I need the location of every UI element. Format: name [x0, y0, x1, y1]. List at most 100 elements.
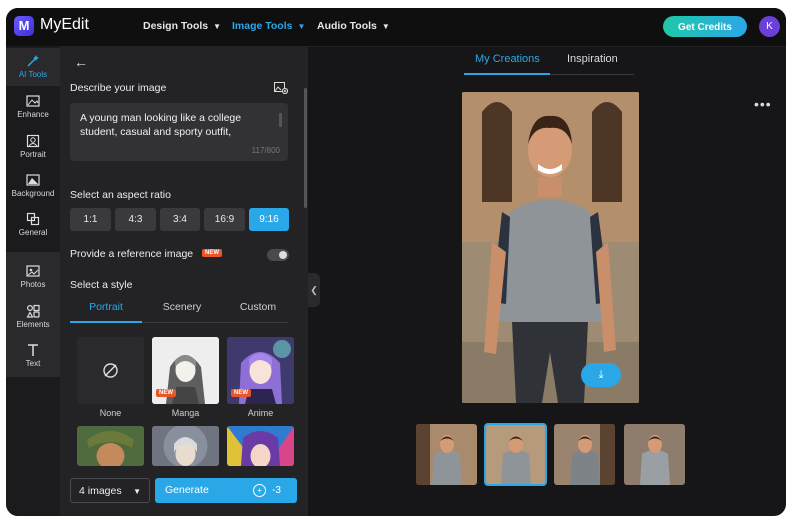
myedit-logo-icon[interactable]: M [14, 16, 34, 36]
cost-value: -3 [272, 485, 281, 496]
panel-scrollbar[interactable] [304, 88, 307, 208]
nav-label: Design Tools [143, 20, 209, 32]
generate-label: Generate [165, 484, 209, 496]
photos-icon [26, 265, 40, 277]
image-enhance-icon [26, 95, 40, 107]
tab-portrait[interactable]: Portrait [70, 301, 142, 313]
result-thumbnail-2[interactable] [484, 423, 547, 486]
result-thumbnail-3[interactable] [554, 424, 615, 485]
chevron-down-icon: ▼ [133, 487, 141, 496]
brand-name[interactable]: MyEdit [40, 16, 89, 34]
more-options-icon[interactable]: ••• [754, 96, 772, 112]
describe-label: Describe your image [70, 82, 167, 94]
credit-coin-icon: + [253, 483, 267, 497]
user-avatar[interactable]: K [759, 16, 780, 37]
style-pop-art[interactable] [227, 426, 294, 466]
background-icon [26, 174, 40, 186]
style-fantasy[interactable] [152, 426, 219, 466]
ai-generator-panel: ← Describe your image A young man lookin… [60, 46, 308, 516]
sidebar-item-label: AI Tools [18, 70, 48, 79]
reference-image-toggle[interactable] [267, 249, 289, 261]
general-icon [26, 212, 40, 226]
sidebar-item-general[interactable]: General [6, 206, 60, 244]
magic-wand-icon [27, 55, 39, 67]
result-image-1 [416, 424, 477, 485]
download-icon: ⤓ [598, 369, 604, 381]
text-icon [28, 344, 38, 356]
sidebar-item-label: General [18, 228, 48, 237]
sidebar-item-enhance[interactable]: Enhance [6, 88, 60, 126]
select-value: 4 images [79, 485, 122, 497]
char-counter: 117/800 [251, 146, 280, 155]
ratio-3-4[interactable]: 3:4 [160, 208, 200, 231]
style-label-none: None [99, 408, 122, 418]
fantasy-thumbnail-icon [152, 426, 219, 466]
new-badge: NEW [231, 389, 251, 397]
style-manga[interactable]: NEW [152, 337, 219, 404]
toggle-knob [279, 251, 287, 259]
generated-image-preview[interactable] [462, 92, 639, 403]
style-anime[interactable]: NEW [227, 337, 294, 404]
sidebar-item-label: Elements [16, 320, 50, 329]
sidebar-item-photos[interactable]: Photos [6, 258, 60, 296]
new-badge: NEW [156, 389, 176, 397]
active-main-tab-indicator [464, 73, 550, 75]
generated-person-image [462, 92, 639, 403]
nav-label: Audio Tools [317, 20, 377, 32]
chevron-left-icon: ❮ [310, 285, 318, 295]
prompt-text: A young man looking like a college stude… [80, 112, 242, 138]
tab-inspiration[interactable]: Inspiration [567, 53, 618, 65]
ratio-9-16[interactable]: 9:16 [249, 208, 289, 231]
sidebar-item-background[interactable]: Background [6, 167, 60, 205]
sidebar-item-elements[interactable]: Elements [6, 298, 60, 336]
sidebar-item-ai-tools[interactable]: AI Tools [6, 48, 60, 86]
add-image-icon[interactable] [274, 82, 288, 94]
app-window: M MyEdit Design Tools ▼ Image Tools ▼ Audi… [6, 8, 786, 516]
ratio-1-1[interactable]: 1:1 [70, 208, 111, 231]
painting-thumbnail-icon [77, 426, 144, 466]
active-tab-indicator [70, 321, 142, 323]
generate-bar: 4 images ▼ Generate + -3 [60, 466, 308, 516]
sidebar-item-label: Photos [20, 280, 46, 289]
prompt-textarea[interactable]: A young man looking like a college stude… [70, 103, 288, 161]
sidebar-item-label: Background [11, 189, 55, 198]
result-image-3 [554, 424, 615, 485]
collapse-panel-button[interactable]: ❮ [308, 273, 320, 307]
nav-image-tools[interactable]: Image Tools ▼ [232, 20, 305, 32]
pop-art-thumbnail-icon [227, 426, 294, 466]
result-thumbnail-4[interactable] [624, 424, 685, 485]
style-label-anime: Anime [247, 408, 274, 418]
prompt-scrollbar[interactable] [279, 113, 282, 127]
portrait-icon [26, 134, 40, 148]
image-count-select[interactable]: 4 images ▼ [70, 478, 150, 503]
top-bar: M MyEdit Design Tools ▼ Image Tools ▼ Audi… [6, 8, 786, 47]
reference-image-label: Provide a reference image [70, 248, 194, 260]
style-none[interactable] [77, 337, 144, 404]
style-label-manga: Manga [171, 408, 200, 418]
generate-button[interactable]: Generate + -3 [155, 478, 297, 503]
ratio-16-9[interactable]: 16:9 [204, 208, 245, 231]
tab-my-creations[interactable]: My Creations [475, 53, 540, 65]
sidebar-item-text[interactable]: Text [6, 337, 60, 375]
chevron-down-icon: ▼ [213, 22, 222, 31]
style-label: Select a style [70, 279, 133, 291]
sidebar-item-portrait[interactable]: Portrait [6, 128, 60, 166]
style-oil-painting[interactable] [77, 426, 144, 466]
get-credits-button[interactable]: Get Credits [663, 16, 747, 37]
tab-scenery[interactable]: Scenery [146, 301, 218, 313]
result-image-4 [624, 424, 685, 485]
nav-design-tools[interactable]: Design Tools ▼ [143, 20, 221, 32]
download-button[interactable]: ⤓ [581, 363, 621, 387]
result-thumbnail-1[interactable] [416, 424, 477, 485]
nav-audio-tools[interactable]: Audio Tools ▼ [317, 20, 390, 32]
credit-cost: + -3 [253, 478, 281, 503]
new-badge: NEW [202, 249, 222, 257]
sidebar-item-label: Portrait [20, 150, 46, 159]
ratio-4-3[interactable]: 4:3 [115, 208, 156, 231]
elements-icon [26, 304, 40, 318]
chevron-down-icon: ▼ [297, 22, 306, 31]
chevron-down-icon: ▼ [381, 22, 390, 31]
aspect-ratio-label: Select an aspect ratio [70, 189, 171, 201]
back-arrow-icon[interactable]: ← [74, 54, 88, 70]
tab-custom[interactable]: Custom [222, 301, 294, 313]
